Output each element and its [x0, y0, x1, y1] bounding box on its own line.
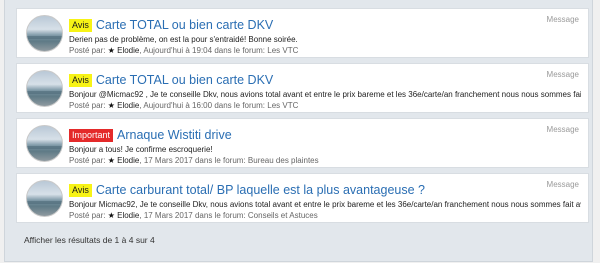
- author-link[interactable]: Elodie: [117, 211, 139, 220]
- post-date: Aujourd'hui à 16:00: [143, 101, 213, 110]
- avatar[interactable]: [26, 180, 63, 217]
- posted-by-label: Posté par:: [69, 46, 106, 55]
- avatar[interactable]: [26, 15, 63, 52]
- star-icon: ★: [107, 101, 115, 110]
- post-date: 17 Mars 2017: [143, 211, 193, 220]
- result-item: Avis Carte TOTAL ou bien carte DKV Messa…: [16, 8, 589, 58]
- result-snippet: Bonjour a tous! Je confirme escroquerie!: [69, 145, 213, 154]
- in-forum-label: dans le forum:: [194, 211, 246, 220]
- author-link[interactable]: Elodie: [117, 156, 139, 165]
- badge-avis: Avis: [69, 73, 92, 87]
- author-link[interactable]: Elodie: [117, 46, 139, 55]
- star-icon: ★: [107, 46, 115, 55]
- forum-link[interactable]: Les VTC: [267, 46, 298, 55]
- result-title-link[interactable]: Carte TOTAL ou bien carte DKV: [96, 73, 273, 87]
- star-icon: ★: [107, 156, 115, 165]
- result-type-label: Message: [546, 180, 579, 189]
- badge-avis: Avis: [69, 183, 92, 197]
- post-date: Aujourd'hui à 19:04: [143, 46, 213, 55]
- result-type-label: Message: [546, 125, 579, 134]
- result-item: Avis Carte TOTAL ou bien carte DKV Messa…: [16, 63, 589, 113]
- result-title-link[interactable]: Carte TOTAL ou bien carte DKV: [96, 18, 273, 32]
- star-icon: ★: [107, 211, 115, 220]
- result-snippet: Bonjour @Micmac92 , Je te conseille Dkv,…: [69, 90, 581, 99]
- in-forum-label: dans le forum:: [194, 156, 246, 165]
- forum-link[interactable]: Les VTC: [267, 101, 298, 110]
- result-item: Important Arnaque Wistiti drive Message …: [16, 118, 589, 168]
- posted-by-label: Posté par:: [69, 156, 106, 165]
- result-snippet: Derien pas de problème, on est la pour s…: [69, 35, 298, 44]
- badge-avis: Avis: [69, 18, 92, 32]
- post-date: 17 Mars 2017: [143, 156, 193, 165]
- result-title-line: Important Arnaque Wistiti drive: [69, 127, 232, 143]
- posted-by-label: Posté par:: [69, 101, 106, 110]
- result-meta: Posté par: ★ Elodie, 17 Mars 2017 dans l…: [69, 156, 319, 165]
- results-summary: Afficher les résultats de 1 à 4 sur 4: [24, 235, 155, 245]
- result-meta: Posté par: ★ Elodie, 17 Mars 2017 dans l…: [69, 211, 318, 220]
- posted-by-label: Posté par:: [69, 211, 106, 220]
- result-title-line: Avis Carte TOTAL ou bien carte DKV: [69, 72, 273, 88]
- in-forum-label: dans le forum:: [214, 101, 266, 110]
- avatar[interactable]: [26, 70, 63, 107]
- result-item: Avis Carte carburant total/ BP laquelle …: [16, 173, 589, 223]
- result-title-line: Avis Carte carburant total/ BP laquelle …: [69, 182, 425, 198]
- result-title-link[interactable]: Carte carburant total/ BP laquelle est l…: [96, 183, 425, 197]
- result-meta: Posté par: ★ Elodie, Aujourd'hui à 19:04…: [69, 46, 299, 55]
- result-meta: Posté par: ★ Elodie, Aujourd'hui à 16:00…: [69, 101, 299, 110]
- forum-link[interactable]: Bureau des plaintes: [248, 156, 319, 165]
- author-link[interactable]: Elodie: [117, 101, 139, 110]
- results-list: Avis Carte TOTAL ou bien carte DKV Messa…: [16, 8, 589, 228]
- search-results-panel: Avis Carte TOTAL ou bien carte DKV Messa…: [4, 0, 593, 262]
- result-title-line: Avis Carte TOTAL ou bien carte DKV: [69, 17, 273, 33]
- result-snippet: Bonjour Micmac92, Je te conseille Dkv, n…: [69, 200, 581, 209]
- in-forum-label: dans le forum:: [214, 46, 266, 55]
- result-type-label: Message: [546, 15, 579, 24]
- avatar[interactable]: [26, 125, 63, 162]
- forum-link[interactable]: Conseils et Astuces: [248, 211, 318, 220]
- result-title-link[interactable]: Arnaque Wistiti drive: [117, 128, 232, 142]
- result-type-label: Message: [546, 70, 579, 79]
- badge-important: Important: [69, 128, 114, 142]
